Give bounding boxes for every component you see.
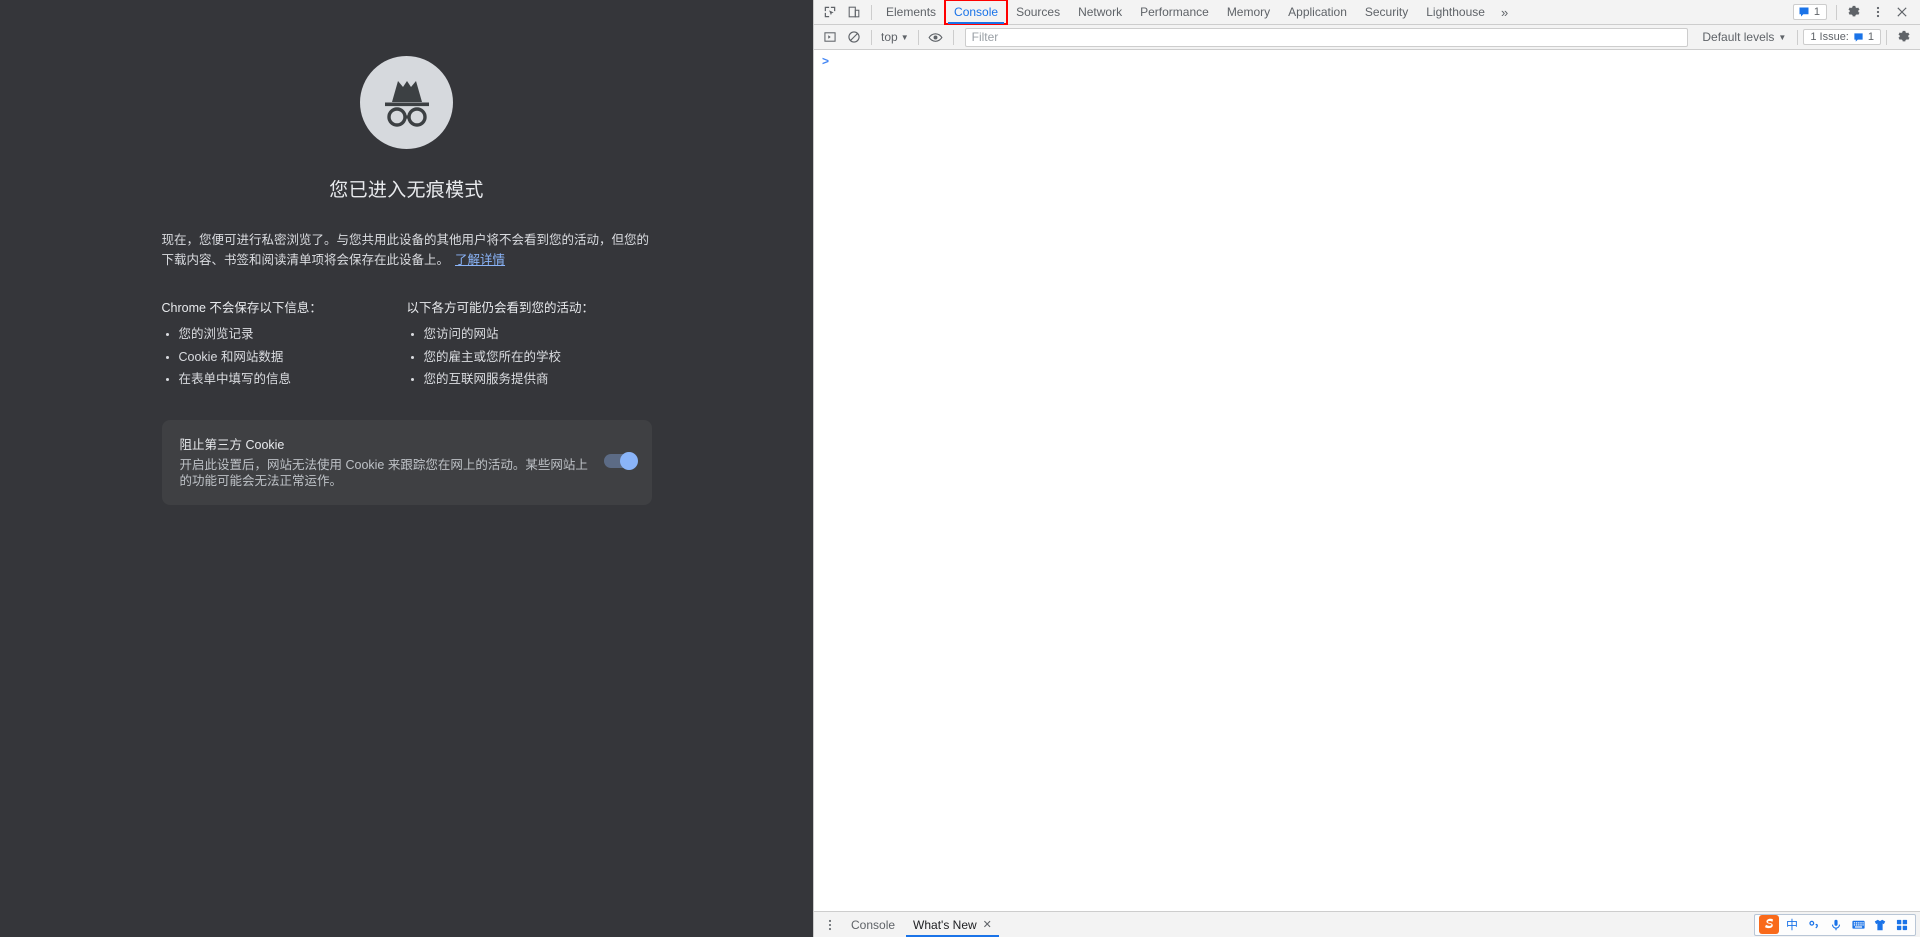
sogou-logo-icon[interactable] — [1757, 914, 1781, 936]
console-toolbar-right: Default levels ▼ 1 Issue: 1 — [1696, 27, 1916, 48]
tab-sources[interactable]: Sources — [1007, 0, 1069, 24]
list-item: 您访问的网站 — [407, 326, 638, 343]
console-filter-input[interactable] — [964, 27, 1689, 47]
kebab-menu-icon[interactable] — [1866, 2, 1890, 23]
toolbox-icon[interactable] — [1891, 915, 1913, 935]
incognito-new-tab-page: 您已进入无痕模式 现在，您便可进行私密浏览了。与您共用此设备的其他用户将不会看到… — [0, 0, 813, 937]
chevron-down-icon: ▼ — [1778, 32, 1787, 42]
more-tabs-icon[interactable]: » — [1494, 5, 1515, 20]
gear-icon[interactable] — [1842, 2, 1866, 23]
drawer-tab-console[interactable]: Console — [842, 912, 904, 937]
tab-elements[interactable]: Elements — [877, 0, 945, 24]
execution-context-selector[interactable]: top ▼ — [877, 30, 913, 44]
close-icon[interactable] — [1890, 2, 1914, 23]
issues-count: 1 — [1813, 6, 1820, 18]
issue-message-icon — [1799, 7, 1809, 17]
console-prompt-arrow: > — [822, 54, 830, 68]
tab-memory[interactable]: Memory — [1218, 0, 1279, 24]
cookie-card-description: 开启此设置后，网站无法使用 Cookie 来跟踪您在网上的活动。某些网站上的功能… — [179, 457, 588, 489]
list-item: 您的浏览记录 — [162, 326, 393, 343]
incognito-description: 现在，您便可进行私密浏览了。与您共用此设备的其他用户将不会看到您的活动，但您的下… — [162, 230, 652, 270]
toolbar-divider — [1886, 29, 1887, 45]
device-toolbar-icon[interactable] — [842, 2, 866, 23]
cookie-card-text: 阻止第三方 Cookie 开启此设置后，网站无法使用 Cookie 来跟踪您在网… — [180, 434, 592, 490]
incognito-description-text: 现在，您便可进行私密浏览了。与您共用此设备的其他用户将不会看到您的活动，但您的下… — [161, 233, 650, 267]
close-icon[interactable]: ✕ — [983, 912, 992, 937]
devtools-drawer-tabbar: Console What's New ✕ 中 — [814, 911, 1920, 937]
console-issues-badge[interactable]: 1 Issue: 1 — [1803, 29, 1881, 45]
console-prompt-row[interactable]: > — [814, 50, 1920, 70]
console-sidebar-icon[interactable] — [818, 27, 842, 48]
devtools-panel: Elements Console Sources Network Perform… — [813, 0, 1920, 937]
issue-message-icon — [1854, 32, 1863, 42]
column-heading: Chrome 不会保存以下信息： — [161, 301, 322, 315]
toolbar-divider — [1836, 4, 1837, 20]
drawer-tab-label: What's New — [913, 917, 977, 932]
not-saved-list: 您的浏览记录 Cookie 和网站数据 在表单中填写的信息 — [162, 326, 393, 388]
tab-lighthouse[interactable]: Lighthouse — [1417, 0, 1494, 24]
chevron-down-icon: ▼ — [900, 32, 909, 42]
tab-application[interactable]: Application — [1279, 0, 1356, 24]
incognito-info-columns: Chrome 不会保存以下信息： 您的浏览记录 Cookie 和网站数据 在表单… — [162, 297, 652, 394]
devtools-tabbar-right: 1 — [1792, 2, 1916, 23]
kebab-menu-icon[interactable] — [818, 914, 842, 935]
list-item: 您的互联网服务提供商 — [407, 371, 638, 388]
clear-console-icon[interactable] — [842, 27, 866, 48]
voice-input-icon[interactable] — [1825, 915, 1847, 935]
toolbar-divider — [952, 29, 954, 45]
incognito-icon — [360, 56, 453, 149]
list-item: 在表单中填写的信息 — [162, 371, 393, 388]
drawer-tab-whats-new[interactable]: What's New ✕ — [904, 912, 1001, 937]
log-levels-label: Default levels — [1702, 30, 1775, 44]
tab-security[interactable]: Security — [1356, 0, 1417, 24]
console-issues-label: 1 Issue: — [1810, 31, 1849, 43]
issues-badge[interactable]: 1 — [1792, 4, 1827, 20]
column-heading: 以下各方可能仍会看到您的活动： — [406, 301, 595, 315]
toolbar-divider — [871, 29, 872, 45]
block-third-party-cookies-toggle[interactable] — [603, 451, 638, 470]
devtools-tabbar: Elements Console Sources Network Perform… — [814, 0, 1920, 25]
tab-console[interactable]: Console — [944, 0, 1009, 25]
toolbar-divider — [1797, 29, 1799, 45]
tab-performance[interactable]: Performance — [1131, 0, 1218, 24]
live-expression-icon[interactable] — [924, 27, 948, 48]
execution-context-label: top — [881, 30, 898, 44]
third-party-cookie-card: 阻止第三方 Cookie 开启此设置后，网站无法使用 Cookie 来跟踪您在网… — [161, 419, 652, 505]
incognito-content: 您已进入无痕模式 现在，您便可进行私密浏览了。与您共用此设备的其他用户将不会看到… — [161, 0, 652, 505]
gear-icon[interactable] — [1892, 27, 1916, 48]
sogou-ime-toolbar: 中 — [1754, 913, 1916, 936]
console-issues-count: 1 — [1867, 31, 1874, 43]
incognito-icon-container — [162, 56, 652, 149]
inspect-element-icon[interactable] — [818, 2, 842, 23]
column-not-saved: Chrome 不会保存以下信息： 您的浏览记录 Cookie 和网站数据 在表单… — [162, 297, 407, 394]
column-still-visible: 以下各方可能仍会看到您的活动： 您访问的网站 您的雇主或您所在的学校 您的互联网… — [407, 297, 652, 394]
chinese-mode-icon[interactable]: 中 — [1781, 915, 1803, 935]
soft-keyboard-icon[interactable] — [1847, 915, 1869, 935]
drawer-tab-label: Console — [851, 917, 896, 932]
console-toolbar: top ▼ Default levels ▼ 1 Issue: 1 — [814, 25, 1920, 50]
punctuation-mode-icon[interactable] — [1803, 915, 1825, 935]
list-item: Cookie 和网站数据 — [162, 349, 393, 366]
tab-network[interactable]: Network — [1069, 0, 1131, 24]
cookie-card-title: 阻止第三方 Cookie — [179, 437, 285, 452]
page-title: 您已进入无痕模式 — [329, 180, 484, 201]
console-message-area[interactable]: > — [814, 50, 1920, 911]
toolbar-divider — [871, 4, 872, 20]
learn-more-link[interactable]: 了解详情 — [455, 253, 505, 267]
still-visible-list: 您访问的网站 您的雇主或您所在的学校 您的互联网服务提供商 — [407, 326, 638, 388]
toolbar-divider — [917, 29, 919, 45]
skin-icon[interactable] — [1869, 915, 1891, 935]
log-levels-selector[interactable]: Default levels ▼ — [1696, 30, 1792, 44]
list-item: 您的雇主或您所在的学校 — [407, 349, 638, 366]
